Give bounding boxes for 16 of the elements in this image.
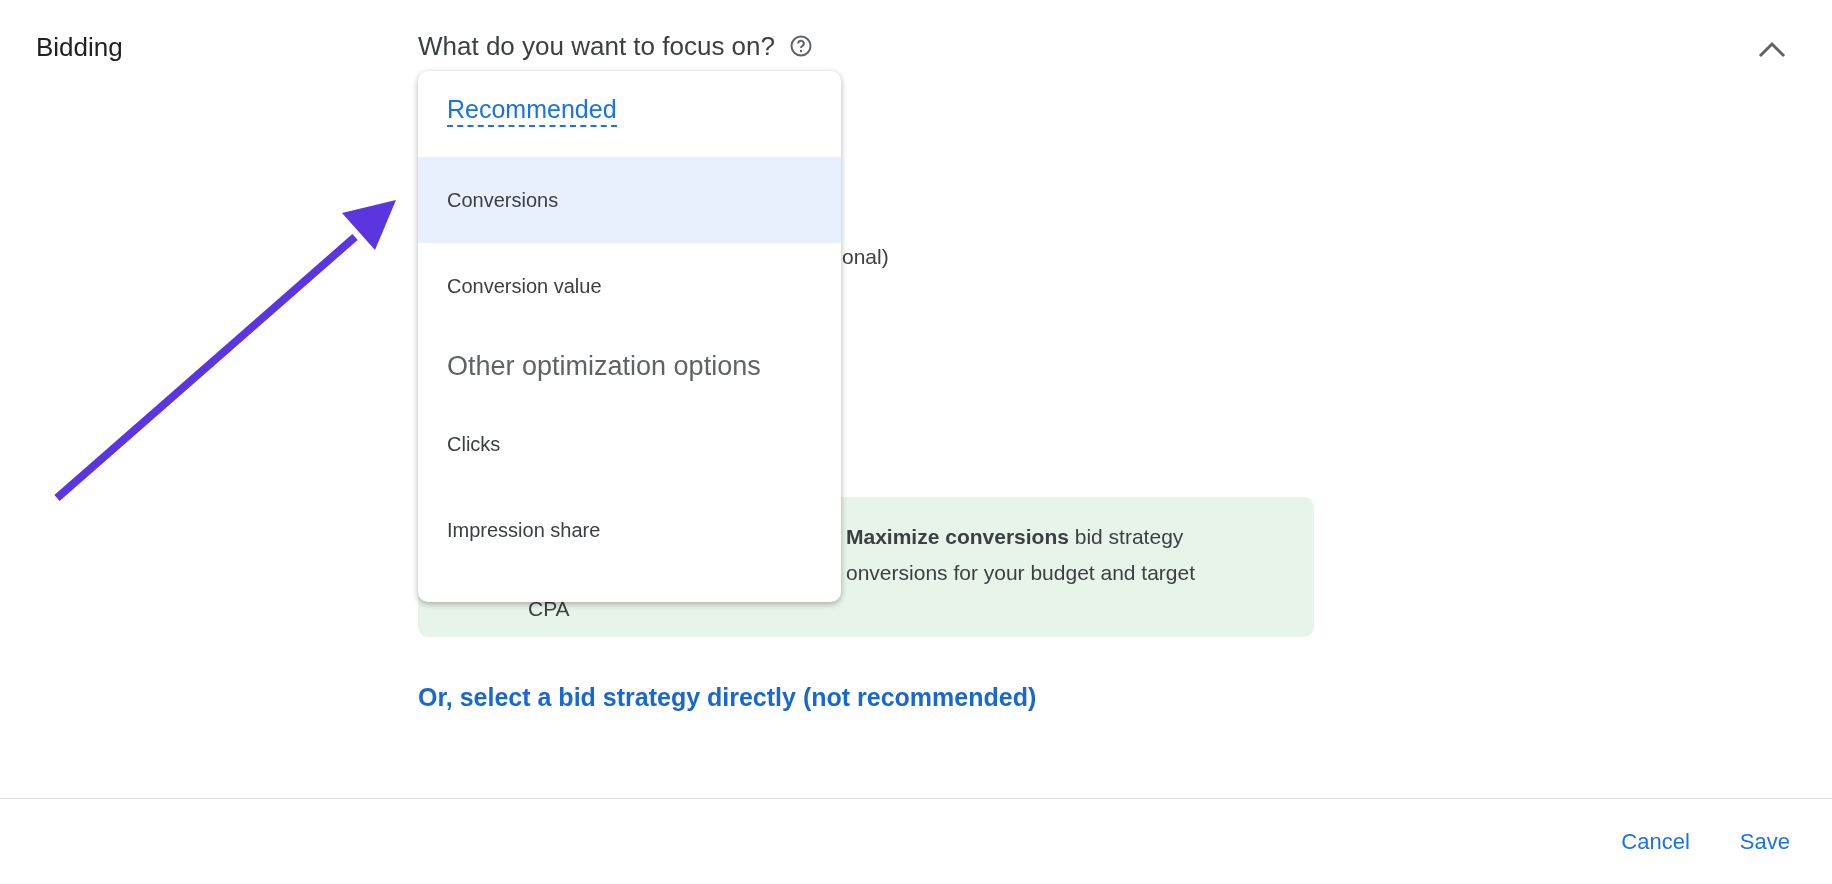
- footer-button[interactable]: Save: [1739, 822, 1790, 861]
- menu-item[interactable]: Conversions: [418, 157, 841, 243]
- menu-item[interactable]: Impression share: [418, 487, 841, 573]
- info-text: Maximize conversions bid strategy: [846, 524, 1184, 550]
- footer-button[interactable]: Cancel: [1621, 822, 1690, 861]
- group-heading: Recommended: [447, 95, 617, 127]
- info-text: onversions for your budget and target: [846, 560, 1196, 586]
- section-label: Bidding: [36, 32, 123, 63]
- info-text: CPA: [528, 596, 570, 622]
- group-heading: Other optimization options: [447, 351, 761, 381]
- question-text: What do you want to focus on?: [418, 30, 775, 62]
- help-icon[interactable]: [789, 34, 813, 58]
- option-text: onal): [842, 245, 889, 269]
- menu-item[interactable]: Clicks: [418, 401, 841, 487]
- menu-item[interactable]: Conversion value: [418, 243, 841, 329]
- bid-strategy-link[interactable]: Or, select a bid strategy directly (not recommended): [418, 683, 1037, 711]
